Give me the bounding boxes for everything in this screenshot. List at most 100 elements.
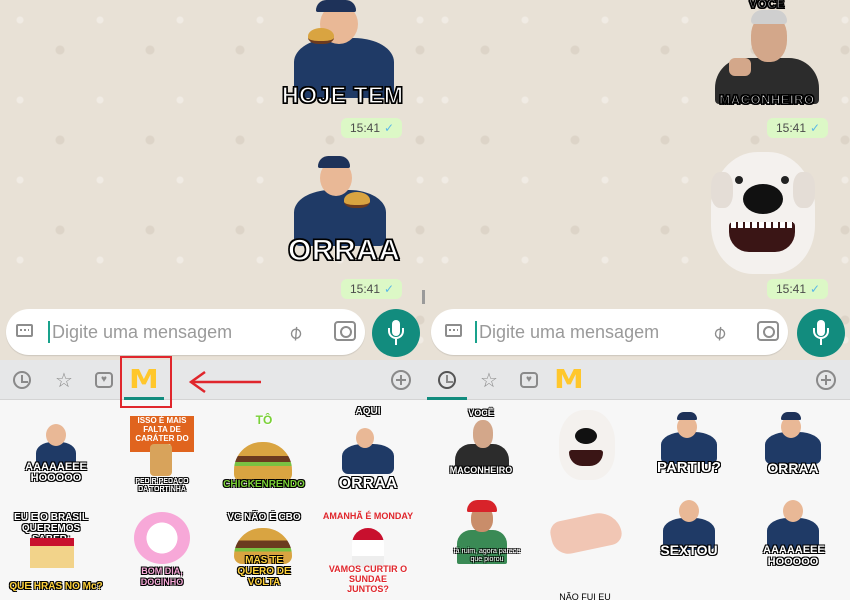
sticker-message-dog[interactable] xyxy=(701,150,823,276)
keyboard-icon[interactable] xyxy=(16,324,33,337)
time-text: 15:41 xyxy=(776,121,807,135)
camera-icon[interactable] xyxy=(757,321,779,341)
sticker-label: ORRAA xyxy=(338,475,398,492)
chat-area[interactable]: VOCÊ MACONHEIRO 15:41 ✓ 15:41 ✓ xyxy=(425,0,850,360)
tab-add-stickers[interactable] xyxy=(812,366,840,394)
sticker-top-text: TÔ xyxy=(255,413,273,427)
right-whatsapp-pane: VOCÊ MACONHEIRO 15:41 ✓ 15:41 ✓ Digite u… xyxy=(425,0,850,600)
sticker-item[interactable] xyxy=(537,498,637,588)
sticker-item[interactable]: AMANHÃ É MONDAY VAMOS CURTIR O SUNDAE JU… xyxy=(318,510,418,600)
read-check-icon: ✓ xyxy=(810,282,821,296)
sticker-label: BOM DIA, DOCINHO xyxy=(140,566,184,587)
baby-image xyxy=(548,509,624,557)
text-cursor xyxy=(48,321,50,343)
sticker-label: AAAAAEEE HOOOOO xyxy=(763,544,825,568)
sticker-message-voce-maconheiro[interactable]: VOCÊ MACONHEIRO xyxy=(707,0,827,110)
sticker-man-image xyxy=(761,412,825,466)
tab-recent[interactable] xyxy=(427,366,467,400)
paperclip-icon[interactable]: ⌀ xyxy=(282,319,307,346)
pie-image xyxy=(150,444,172,476)
sticker-caption: HOJE TEM xyxy=(281,81,404,108)
highlight-box xyxy=(120,356,172,408)
text-cursor xyxy=(475,321,477,343)
tab-mcdonalds-pack[interactable]: M xyxy=(554,365,584,395)
clock-icon xyxy=(13,371,31,389)
sundae-image xyxy=(352,528,384,568)
sticker-item[interactable]: AQUI ORRAA xyxy=(318,406,418,504)
message-composer: Digite uma mensagem ⌀ xyxy=(6,309,365,355)
sticker-item[interactable]: ORRAA xyxy=(743,406,843,496)
sticker-item[interactable] xyxy=(537,406,637,496)
message-time: 15:41 ✓ xyxy=(767,279,829,299)
mcdonalds-logo-icon: M xyxy=(554,365,584,395)
sticker-label: MAS TE QUERO DE VOLTA xyxy=(237,555,291,588)
tab-recent[interactable] xyxy=(8,366,36,394)
read-check-icon: ✓ xyxy=(384,121,395,135)
tab-add-stickers[interactable] xyxy=(387,366,415,394)
left-whatsapp-pane: HOJE TEM 15:41 ✓ ORRAA 15:41 ✓ Digite uma … xyxy=(0,0,425,600)
pointing-man-image xyxy=(707,8,827,104)
time-text: 15:41 xyxy=(350,282,381,296)
sticker-grid: AAAAAEEE HOOOOO ISSO É MAIS FALTA DE CAR… xyxy=(0,400,425,600)
sticker-item[interactable]: VC NÃO É CBO MAS TE QUERO DE VOLTA xyxy=(214,510,314,600)
read-check-icon: ✓ xyxy=(810,121,821,135)
sticker-message-orraa[interactable]: ORRAA xyxy=(287,154,401,272)
message-composer: Digite uma mensagem ⌀ xyxy=(431,309,788,355)
sticker-top-text: AQUI xyxy=(355,406,381,417)
heart-box-icon: ♥ xyxy=(520,372,538,388)
sticker-top-text: VC NÃO É CBO xyxy=(227,512,301,523)
tab-favorites[interactable]: ☆ xyxy=(50,366,78,394)
sticker-top-text: AMANHÃ É MONDAY xyxy=(322,511,414,521)
sticker-item[interactable]: ISSO É MAIS FALTA DE CARÁTER DO QUE PEDI… xyxy=(112,414,212,504)
plus-icon xyxy=(391,370,411,390)
sticker-item[interactable]: VOCÊ MACONHEIRO xyxy=(431,406,531,496)
sticker-label: PEDIR PEDAÇO DA TORTINHA xyxy=(135,478,189,493)
tab-emoji-pack[interactable]: ♥ xyxy=(90,366,118,394)
heart-box-icon: ♥ xyxy=(95,372,113,388)
camera-icon[interactable] xyxy=(334,321,356,341)
burger-image xyxy=(234,442,292,482)
sticker-tab-bar: ☆ ♥ M xyxy=(425,360,850,400)
mic-button[interactable] xyxy=(372,309,420,357)
store-image xyxy=(30,538,74,568)
icecream-image xyxy=(134,512,190,564)
sticker-label: MACONHEIRO xyxy=(449,465,513,475)
dog-image xyxy=(555,410,619,480)
sticker-man-image xyxy=(657,412,721,466)
sticker-item[interactable]: TÔ CHICKENRENDO xyxy=(214,414,314,504)
sticker-message-hoje-tem[interactable]: HOJE TEM xyxy=(281,0,404,112)
clock-icon xyxy=(438,371,456,389)
dog-image xyxy=(701,150,823,276)
sticker-caption: MACONHEIRO xyxy=(719,91,815,107)
sticker-label: tá ruim, agora parece que piorou xyxy=(453,548,521,563)
tab-emoji-pack[interactable]: ♥ xyxy=(515,366,543,394)
tab-favorites[interactable]: ☆ xyxy=(475,366,503,394)
paperclip-icon[interactable]: ⌀ xyxy=(706,319,731,346)
sticker-item[interactable]: BOM DIA, DOCINHO xyxy=(112,510,212,600)
sticker-item[interactable]: PARTIU? xyxy=(639,406,739,496)
chat-area[interactable]: HOJE TEM 15:41 ✓ ORRAA 15:41 ✓ xyxy=(0,0,425,360)
sticker-item[interactable]: tá ruim, agora parece que piorou xyxy=(431,498,531,588)
plus-icon xyxy=(816,370,836,390)
sticker-label: ORRAA xyxy=(767,460,819,476)
sticker-item[interactable]: AAAAAEEE HOOOOO xyxy=(6,414,106,504)
keyboard-icon[interactable] xyxy=(445,324,462,337)
mic-button[interactable] xyxy=(797,309,845,357)
sticker-item[interactable]: SEXTOU xyxy=(639,498,739,588)
sticker-label: AAAAAEEE HOOOOO xyxy=(25,461,87,484)
message-time: 15:41 ✓ xyxy=(767,118,829,138)
message-time: 15:41 ✓ xyxy=(341,279,403,299)
sticker-partial-text: NÃO FUI EU xyxy=(559,592,611,600)
time-text: 15:41 xyxy=(350,121,381,135)
star-icon: ☆ xyxy=(55,369,73,392)
sticker-item[interactable]: EU E O BRASIL QUEREMOS SABER: QUE HRAS N… xyxy=(6,510,106,600)
sticker-label: QUE HRAS NO Mc? xyxy=(9,581,103,592)
arrow-left-icon xyxy=(188,370,261,394)
read-check-icon: ✓ xyxy=(384,282,395,296)
sticker-grid: VOCÊ MACONHEIRO PARTIU? ORRAA tá ruim, a… xyxy=(425,400,850,600)
sticker-item[interactable]: AAAAAEEE HOOOOO xyxy=(743,498,843,588)
message-input[interactable]: Digite uma mensagem xyxy=(479,322,659,343)
pointing-man-image xyxy=(451,416,513,472)
message-input[interactable]: Digite uma mensagem xyxy=(52,322,232,343)
sticker-label: SEXTOU xyxy=(660,542,718,558)
